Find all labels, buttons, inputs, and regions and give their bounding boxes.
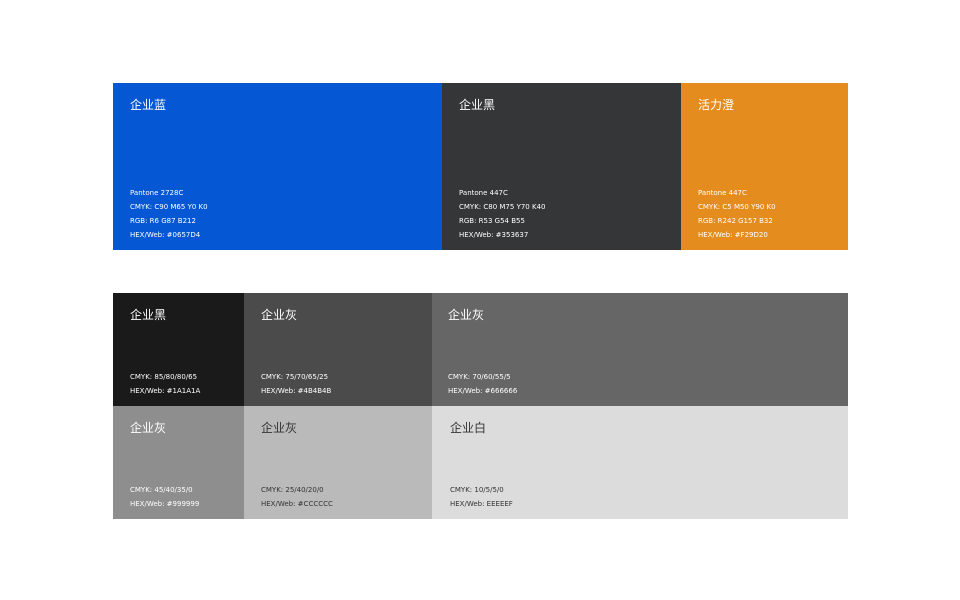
swatch-name: 企业黑 — [459, 98, 496, 112]
swatch-corporate-gray-3: 企业灰 CMYK: 45/40/35/0 HEX/Web: #999999 — [113, 406, 244, 519]
swatch-specs: Pantone 2728C CMYK: C90 M65 Y0 K0 RGB: R… — [130, 186, 208, 242]
spec-hex: HEX/Web: #CCCCCC — [261, 500, 333, 508]
spec-cmyk: CMYK: C5 M50 Y90 K0 — [698, 203, 776, 211]
swatch-name: 企业白 — [450, 421, 487, 435]
swatch-name: 企业灰 — [261, 421, 298, 435]
swatch-specs: CMYK: 45/40/35/0 HEX/Web: #999999 — [130, 483, 199, 511]
spec-hex: HEX/Web: #4B4B4B — [261, 387, 332, 395]
swatch-specs: CMYK: 10/5/5/0 HEX/Web: EEEEEF — [450, 483, 513, 511]
swatch-corporate-gray-4: 企业灰 CMYK: 25/40/20/0 HEX/Web: #CCCCCC — [244, 406, 432, 519]
swatch-name: 企业灰 — [130, 421, 167, 435]
swatch-corporate-blue: 企业蓝 Pantone 2728C CMYK: C90 M65 Y0 K0 RG… — [113, 83, 442, 250]
swatch-name: 企业灰 — [448, 308, 485, 322]
spec-cmyk: CMYK: 45/40/35/0 — [130, 486, 193, 494]
spec-hex: HEX/Web: EEEEEF — [450, 500, 513, 508]
spec-cmyk: CMYK: 75/70/65/25 — [261, 373, 329, 381]
swatch-specs: CMYK: 85/80/80/65 HEX/Web: #1A1A1A — [130, 370, 200, 398]
swatch-corporate-black: 企业黑 Pantone 447C CMYK: C80 M75 Y70 K40 R… — [442, 83, 681, 250]
swatch-name: 企业蓝 — [130, 98, 167, 112]
spec-cmyk: CMYK: C90 M65 Y0 K0 — [130, 203, 208, 211]
swatch-specs: CMYK: 75/70/65/25 HEX/Web: #4B4B4B — [261, 370, 331, 398]
swatch-name: 企业黑 — [130, 308, 167, 322]
swatch-specs: CMYK: 70/60/55/5 HEX/Web: #666666 — [448, 370, 517, 398]
spec-cmyk: CMYK: C80 M75 Y70 K40 — [459, 203, 546, 211]
spec-hex: HEX/Web: #0657D4 — [130, 231, 201, 239]
spec-rgb: RGB: R242 G157 B32 — [698, 217, 773, 225]
spec-pantone: Pantone 2728C — [130, 189, 184, 197]
spec-hex: HEX/Web: #1A1A1A — [130, 387, 201, 395]
spec-cmyk: CMYK: 25/40/20/0 — [261, 486, 324, 494]
swatch-name: 活力澄 — [698, 98, 735, 112]
swatch-corporate-gray-2: 企业灰 CMYK: 70/60/55/5 HEX/Web: #666666 — [432, 293, 848, 406]
swatch-corporate-gray-1: 企业灰 CMYK: 75/70/65/25 HEX/Web: #4B4B4B — [244, 293, 432, 406]
spec-rgb: RGB: R53 G54 B55 — [459, 217, 525, 225]
spec-cmyk: CMYK: 70/60/55/5 — [448, 373, 511, 381]
spec-rgb: RGB: R6 G87 B212 — [130, 217, 196, 225]
spec-cmyk: CMYK: 10/5/5/0 — [450, 486, 504, 494]
swatch-corporate-black-dark: 企业黑 CMYK: 85/80/80/65 HEX/Web: #1A1A1A — [113, 293, 244, 406]
swatch-specs: Pantone 447C CMYK: C5 M50 Y90 K0 RGB: R2… — [698, 186, 776, 242]
swatch-name: 企业灰 — [261, 308, 298, 322]
swatch-vital-orange: 活力澄 Pantone 447C CMYK: C5 M50 Y90 K0 RGB… — [681, 83, 848, 250]
spec-hex: HEX/Web: #353637 — [459, 231, 529, 239]
spec-pantone: Pantone 447C — [698, 189, 747, 197]
spec-cmyk: CMYK: 85/80/80/65 — [130, 373, 198, 381]
swatch-corporate-white: 企业白 CMYK: 10/5/5/0 HEX/Web: EEEEEF — [432, 406, 848, 519]
spec-hex: HEX/Web: #666666 — [448, 387, 518, 395]
spec-hex: HEX/Web: #F29D20 — [698, 231, 768, 239]
spec-pantone: Pantone 447C — [459, 189, 508, 197]
swatch-specs: CMYK: 25/40/20/0 HEX/Web: #CCCCCC — [261, 483, 333, 511]
spec-hex: HEX/Web: #999999 — [130, 500, 200, 508]
swatch-specs: Pantone 447C CMYK: C80 M75 Y70 K40 RGB: … — [459, 186, 545, 242]
